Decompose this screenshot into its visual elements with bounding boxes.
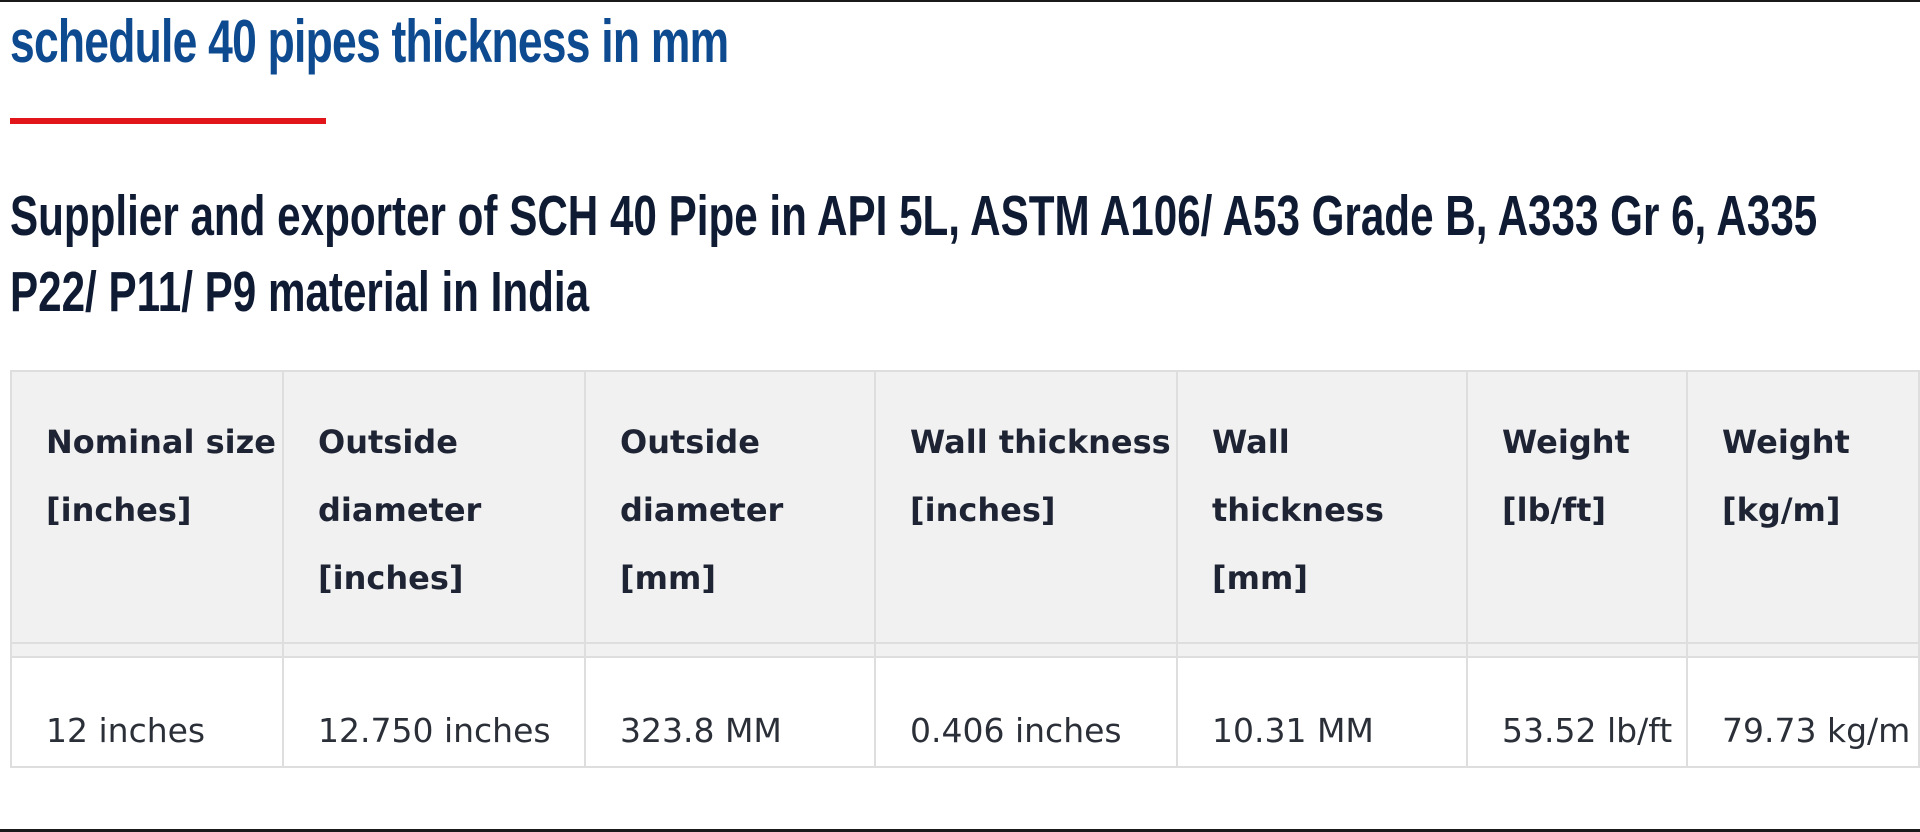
title-underline bbox=[10, 118, 326, 124]
spacer-cell bbox=[282, 642, 586, 658]
cell-wall-thickness-mm: 10.31 MM bbox=[1176, 656, 1468, 768]
spacer-cell bbox=[874, 642, 1178, 658]
header-weight-kg-m: Weight [kg/m] bbox=[1686, 370, 1920, 644]
spacer-cell bbox=[1176, 642, 1468, 658]
header-wall-thickness-inches: Wall thickness [inches] bbox=[874, 370, 1178, 644]
header-nominal-size: Nominal size [inches] bbox=[10, 370, 284, 644]
cell-outside-diameter-inches: 12.750 inches bbox=[282, 656, 586, 768]
cell-weight-kg-m: 79.73 kg/m bbox=[1686, 656, 1920, 768]
spacer-cell bbox=[1686, 642, 1920, 658]
cell-nominal-size: 12 inches bbox=[10, 656, 284, 768]
cell-wall-thickness-inches: 0.406 inches bbox=[874, 656, 1178, 768]
table-spacer-row bbox=[10, 642, 1920, 658]
spacer-cell bbox=[584, 642, 876, 658]
header-weight-lb-ft: Weight [lb/ft] bbox=[1466, 370, 1688, 644]
table-header-row: Nominal size [inches] Outside diameter [… bbox=[10, 370, 1920, 644]
header-outside-diameter-mm: Outside diameter [mm] bbox=[584, 370, 876, 644]
cell-weight-lb-ft: 53.52 lb/ft bbox=[1466, 656, 1688, 768]
header-outside-diameter-inches: Outside diameter [inches] bbox=[282, 370, 586, 644]
spacer-cell bbox=[1466, 642, 1688, 658]
page-frame: schedule 40 pipes thickness in mm Suppli… bbox=[0, 0, 1920, 832]
spacer-cell bbox=[10, 642, 284, 658]
page-subtitle: Supplier and exporter of SCH 40 Pipe in … bbox=[10, 184, 1818, 324]
page-title: schedule 40 pipes thickness in mm bbox=[10, 8, 729, 75]
header-wall-thickness-mm: Wall thickness [mm] bbox=[1176, 370, 1468, 644]
table-row: 12 inches 12.750 inches 323.8 MM 0.406 i… bbox=[10, 656, 1920, 768]
cell-outside-diameter-mm: 323.8 MM bbox=[584, 656, 876, 768]
pipe-spec-table: Nominal size [inches] Outside diameter [… bbox=[10, 370, 1920, 768]
